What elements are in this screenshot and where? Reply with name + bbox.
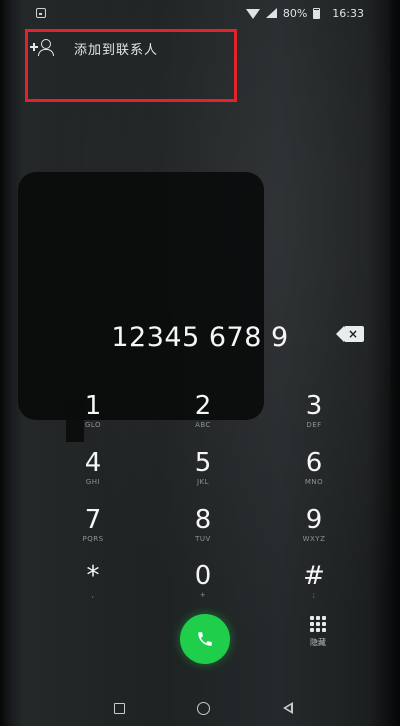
hide-dialpad-button[interactable]: 隐藏 — [298, 616, 338, 664]
battery-percent: 80% — [282, 6, 308, 20]
highlight-annotation-box — [25, 29, 237, 102]
square-icon[interactable] — [114, 703, 125, 714]
status-bar: 80% 16:33 — [0, 0, 400, 26]
key-2[interactable]: 2 ABC — [163, 392, 243, 446]
status-time: 16:33 — [332, 6, 364, 20]
key-0[interactable]: 0 + — [163, 562, 243, 616]
triangle-back-icon[interactable] — [283, 702, 293, 714]
battery-icon — [313, 7, 321, 19]
notification-icon — [36, 8, 46, 18]
backspace-icon — [336, 326, 344, 342]
key-4[interactable]: 4 GHI — [53, 449, 133, 503]
dialpad-grid-icon — [310, 616, 326, 632]
reflection-shadow — [18, 172, 264, 420]
key-6[interactable]: 6 MNO — [274, 449, 354, 503]
key-7[interactable]: 7 PQRS — [53, 506, 133, 560]
key-9[interactable]: 9 WXYZ — [274, 506, 354, 560]
backspace-button[interactable]: × — [336, 326, 366, 342]
key-hash[interactable]: # ; — [274, 562, 354, 616]
hide-dialpad-label: 隐藏 — [310, 638, 326, 647]
wifi-icon — [245, 9, 260, 19]
key-8[interactable]: 8 TUV — [163, 506, 243, 560]
key-3[interactable]: 3 DEF — [274, 392, 354, 446]
signal-icon — [265, 8, 277, 18]
phone-icon — [196, 629, 214, 649]
key-star[interactable]: * , — [53, 562, 133, 616]
call-button[interactable] — [180, 614, 230, 664]
key-5[interactable]: 5 JKL — [163, 449, 243, 503]
key-1[interactable]: 1 GLO — [53, 392, 133, 446]
circle-icon[interactable] — [197, 702, 210, 715]
status-right-group: 80% 16:33 — [245, 5, 364, 21]
